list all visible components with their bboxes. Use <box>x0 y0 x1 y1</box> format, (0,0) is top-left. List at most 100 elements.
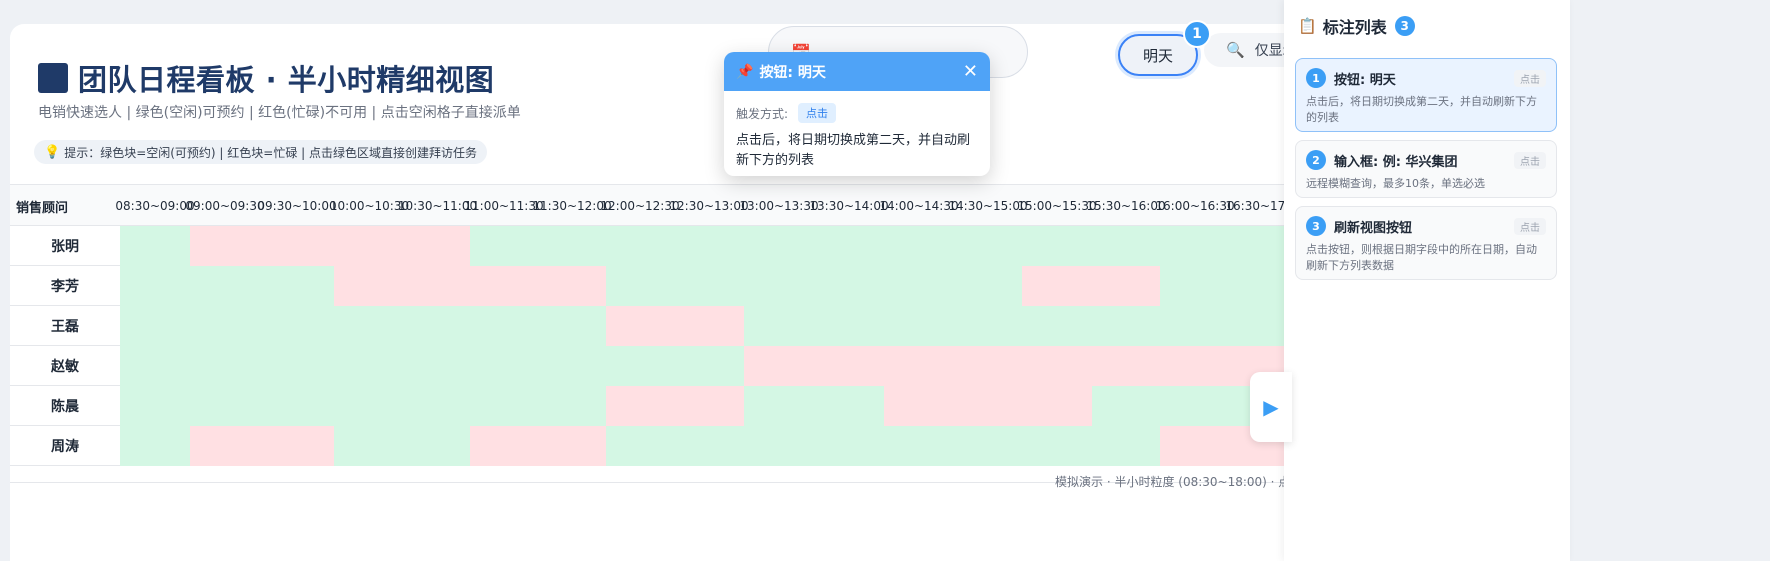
free-slot-cell[interactable] <box>674 426 744 466</box>
free-slot-cell[interactable] <box>1092 386 1160 426</box>
busy-slot-cell <box>1092 266 1160 306</box>
free-slot-cell[interactable] <box>190 386 260 426</box>
free-slot-cell[interactable] <box>470 226 538 266</box>
free-slot-cell[interactable] <box>606 426 674 466</box>
busy-slot-cell <box>260 426 334 466</box>
close-icon[interactable]: ✕ <box>963 61 978 82</box>
free-slot-cell[interactable] <box>884 426 954 466</box>
free-slot-cell[interactable] <box>884 226 954 266</box>
free-slot-cell[interactable] <box>120 426 190 466</box>
free-slot-cell[interactable] <box>538 306 606 346</box>
free-slot-cell[interactable] <box>1092 306 1160 346</box>
free-slot-cell[interactable] <box>1160 386 1230 426</box>
free-slot-cell[interactable] <box>334 426 405 466</box>
sales-name: 周涛 <box>10 426 120 466</box>
free-slot-cell[interactable] <box>744 266 814 306</box>
annotation-item[interactable]: 3 刷新视图按钮 点击 点击按钮，则根据日期字段中的所在日期，自动刷新下方列表数据 <box>1295 206 1557 280</box>
column-header-slot: 15:30~16:00 <box>1086 199 1166 213</box>
free-slot-cell[interactable] <box>538 386 606 426</box>
free-slot-cell[interactable] <box>260 346 334 386</box>
free-slot-cell[interactable] <box>1160 226 1230 266</box>
free-slot-cell[interactable] <box>1092 426 1160 466</box>
annotation-description: 远程模糊查询，最多10条，单选必选 <box>1306 177 1485 190</box>
busy-slot-cell <box>538 266 606 306</box>
free-slot-cell[interactable] <box>470 386 538 426</box>
free-slot-cell[interactable] <box>954 426 1022 466</box>
free-slot-cell[interactable] <box>334 346 405 386</box>
free-slot-cell[interactable] <box>120 266 190 306</box>
column-header-slot: 09:30~10:00 <box>257 199 337 213</box>
free-slot-cell[interactable] <box>470 346 538 386</box>
column-header-slot: 10:00~10:30 <box>329 199 410 213</box>
free-slot-cell[interactable] <box>260 386 334 426</box>
free-slot-cell[interactable] <box>954 266 1022 306</box>
free-slot-cell[interactable] <box>1022 226 1092 266</box>
free-slot-cell[interactable] <box>334 306 405 346</box>
free-slot-cell[interactable] <box>674 226 744 266</box>
free-slot-cell[interactable] <box>260 306 334 346</box>
free-slot-cell[interactable] <box>405 426 470 466</box>
free-slot-cell[interactable] <box>744 226 814 266</box>
free-slot-cell[interactable] <box>606 226 674 266</box>
free-slot-cell[interactable] <box>470 306 538 346</box>
free-slot-cell[interactable] <box>1160 306 1230 346</box>
free-slot-cell[interactable] <box>538 346 606 386</box>
busy-slot-cell <box>405 266 470 306</box>
free-slot-cell[interactable] <box>120 306 190 346</box>
free-slot-cell[interactable] <box>744 386 814 426</box>
free-slot-cell[interactable] <box>190 346 260 386</box>
free-slot-cell[interactable] <box>814 306 884 346</box>
page-title: 团队日程看板 · 半小时精细视图 <box>78 63 495 97</box>
free-slot-cell[interactable] <box>884 266 954 306</box>
free-slot-cell[interactable] <box>334 386 405 426</box>
free-slot-cell[interactable] <box>120 386 190 426</box>
free-slot-cell[interactable] <box>1160 266 1230 306</box>
free-slot-cell[interactable] <box>744 426 814 466</box>
free-slot-cell[interactable] <box>744 306 814 346</box>
free-slot-cell[interactable] <box>190 266 260 306</box>
free-slot-cell[interactable] <box>1022 426 1092 466</box>
annotation-type: 点击 <box>1514 151 1546 169</box>
column-header-slot: 15:00~15:30 <box>1017 199 1097 213</box>
count-badge: 3 <box>1394 16 1415 36</box>
free-slot-cell[interactable] <box>120 346 190 386</box>
free-slot-cell[interactable] <box>814 426 884 466</box>
free-slot-cell[interactable] <box>814 226 884 266</box>
free-slot-cell[interactable] <box>538 226 606 266</box>
free-slot-cell[interactable] <box>954 226 1022 266</box>
free-slot-cell[interactable] <box>405 386 470 426</box>
free-slot-cell[interactable] <box>606 346 674 386</box>
column-header-slot: 13:30~14:00 <box>809 199 889 213</box>
free-slot-cell[interactable] <box>405 346 470 386</box>
play-icon[interactable]: ▶ <box>1250 372 1292 442</box>
table-row: 赵敏 <box>10 346 1450 386</box>
annotation-popup: 📌 按钮: 明天 ✕ 触发方式: 点击 点击后，将日期切换成第二天，并自动刷新下… <box>724 52 990 176</box>
free-slot-cell[interactable] <box>814 266 884 306</box>
busy-slot-cell <box>260 226 334 266</box>
table-row: 陈晨 <box>10 386 1450 426</box>
free-slot-cell[interactable] <box>120 226 190 266</box>
busy-slot-cell <box>470 426 538 466</box>
tip-text: 提示：绿色块=空闲(可预约) | 红色块=忙碌 | 点击绿色区域直接创建拜访任务 <box>64 145 478 160</box>
table-row: 周涛 <box>10 426 1450 466</box>
annotation-item[interactable]: 1 按钮: 明天 点击 点击后，将日期切换成第二天，并自动刷新下方的列表 <box>1295 58 1557 132</box>
free-slot-cell[interactable] <box>606 266 674 306</box>
free-slot-cell[interactable] <box>674 266 744 306</box>
free-slot-cell[interactable] <box>260 266 334 306</box>
busy-slot-cell <box>1022 266 1092 306</box>
free-slot-cell[interactable] <box>954 306 1022 346</box>
sales-name: 陈晨 <box>10 386 120 426</box>
free-slot-cell[interactable] <box>190 306 260 346</box>
free-slot-cell[interactable] <box>884 306 954 346</box>
schedule-grid: 张明 李芳 王磊 赵敏 陈晨 周涛 <box>10 226 1450 466</box>
busy-slot-cell <box>470 266 538 306</box>
busy-slot-cell <box>1160 426 1230 466</box>
annotation-item[interactable]: 2 输入框: 例: 华兴集团 点击 远程模糊查询，最多10条，单选必选 <box>1295 140 1557 198</box>
free-slot-cell[interactable] <box>674 346 744 386</box>
annotation-badge: 1 <box>1183 20 1211 48</box>
free-slot-cell[interactable] <box>1022 306 1092 346</box>
free-slot-cell[interactable] <box>814 386 884 426</box>
free-slot-cell[interactable] <box>405 306 470 346</box>
busy-slot-cell <box>538 426 606 466</box>
free-slot-cell[interactable] <box>1092 226 1160 266</box>
